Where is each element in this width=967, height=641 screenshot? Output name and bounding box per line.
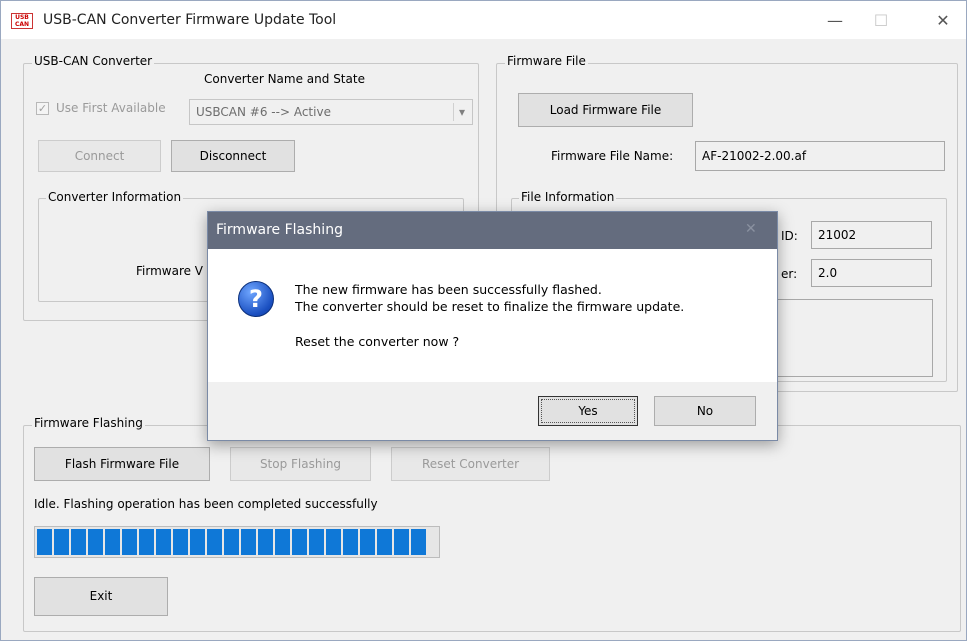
flash-firmware-file-button[interactable]: Flash Firmware File xyxy=(34,447,210,481)
dialog-button-area: Yes No xyxy=(208,382,777,440)
progress-segment xyxy=(71,529,86,555)
progress-segment xyxy=(241,529,256,555)
progress-segment xyxy=(190,529,205,555)
progress-segment xyxy=(411,529,426,555)
progress-segment xyxy=(105,529,120,555)
progress-segment xyxy=(377,529,392,555)
firmware-version-label: Firmware V xyxy=(136,264,204,278)
progress-segment xyxy=(37,529,52,555)
firmware-file-name-field: AF-21002-2.00.af xyxy=(695,141,945,171)
progress-segment xyxy=(275,529,290,555)
dialog-title: Firmware Flashing xyxy=(216,222,343,238)
flashing-group-title: Firmware Flashing xyxy=(32,416,145,430)
file-id-field: 21002 xyxy=(811,221,932,249)
progress-segment xyxy=(88,529,103,555)
progress-segment xyxy=(224,529,239,555)
dialog-message-line2: The converter should be reset to finaliz… xyxy=(295,299,685,314)
use-first-available-label: Use First Available xyxy=(56,101,166,115)
use-first-available-checkbox[interactable]: ✓ xyxy=(36,102,49,115)
progress-segment xyxy=(173,529,188,555)
file-id-label: ID: xyxy=(781,229,798,243)
flashing-status-text: Idle. Flashing operation has been comple… xyxy=(34,497,378,511)
window-title: USB-CAN Converter Firmware Update Tool xyxy=(43,12,337,28)
progress-segment xyxy=(207,529,222,555)
converter-select[interactable]: USBCAN #6 --> Active ▾ xyxy=(189,99,473,125)
dialog-close-icon[interactable]: ✕ xyxy=(745,221,757,237)
converter-select-value: USBCAN #6 --> Active xyxy=(196,105,331,119)
progress-segment xyxy=(309,529,324,555)
firmware-flashing-dialog: Firmware Flashing ✕ ? The new firmware h… xyxy=(207,211,778,441)
file-version-field: 2.0 xyxy=(811,259,932,287)
progress-segment xyxy=(54,529,69,555)
converter-group-title: USB-CAN Converter xyxy=(32,54,155,68)
load-firmware-file-button[interactable]: Load Firmware File xyxy=(518,93,693,127)
disconnect-button[interactable]: Disconnect xyxy=(171,140,295,172)
firmware-file-name-label: Firmware File Name: xyxy=(551,149,674,163)
progress-segment xyxy=(258,529,273,555)
file-version-label: er: xyxy=(781,267,798,281)
app-logo-icon: USB CAN xyxy=(11,13,33,29)
file-info-title: File Information xyxy=(519,190,617,204)
progress-segment xyxy=(343,529,358,555)
dialog-message-line3: Reset the converter now ? xyxy=(295,334,460,349)
progress-segment xyxy=(326,529,341,555)
firmware-file-group-title: Firmware File xyxy=(505,54,588,68)
progress-segment xyxy=(394,529,409,555)
file-description-box xyxy=(777,299,933,377)
converter-info-title: Converter Information xyxy=(46,190,184,204)
converter-name-state-label: Converter Name and State xyxy=(204,72,365,86)
progress-segment xyxy=(292,529,307,555)
title-bar: USB CAN USB-CAN Converter Firmware Updat… xyxy=(1,1,966,39)
no-button[interactable]: No xyxy=(654,396,756,426)
chevron-down-icon[interactable]: ▾ xyxy=(453,103,470,121)
reset-converter-button[interactable]: Reset Converter xyxy=(391,447,550,481)
yes-button[interactable]: Yes xyxy=(538,396,638,426)
minimize-button[interactable]: — xyxy=(813,7,857,35)
progress-segment xyxy=(360,529,375,555)
question-icon: ? xyxy=(238,281,274,317)
progress-segment xyxy=(139,529,154,555)
stop-flashing-button[interactable]: Stop Flashing xyxy=(230,447,371,481)
progress-fill xyxy=(35,527,435,557)
exit-button[interactable]: Exit xyxy=(34,577,168,616)
progress-segment xyxy=(122,529,137,555)
dialog-message-line1: The new firmware has been successfully f… xyxy=(295,282,602,297)
progress-segment xyxy=(156,529,171,555)
dialog-title-bar: Firmware Flashing ✕ xyxy=(208,212,777,249)
close-button[interactable]: ✕ xyxy=(921,7,965,35)
maximize-button[interactable]: ☐ xyxy=(859,7,903,35)
connect-button[interactable]: Connect xyxy=(38,140,161,172)
flashing-progress-bar xyxy=(34,526,440,558)
